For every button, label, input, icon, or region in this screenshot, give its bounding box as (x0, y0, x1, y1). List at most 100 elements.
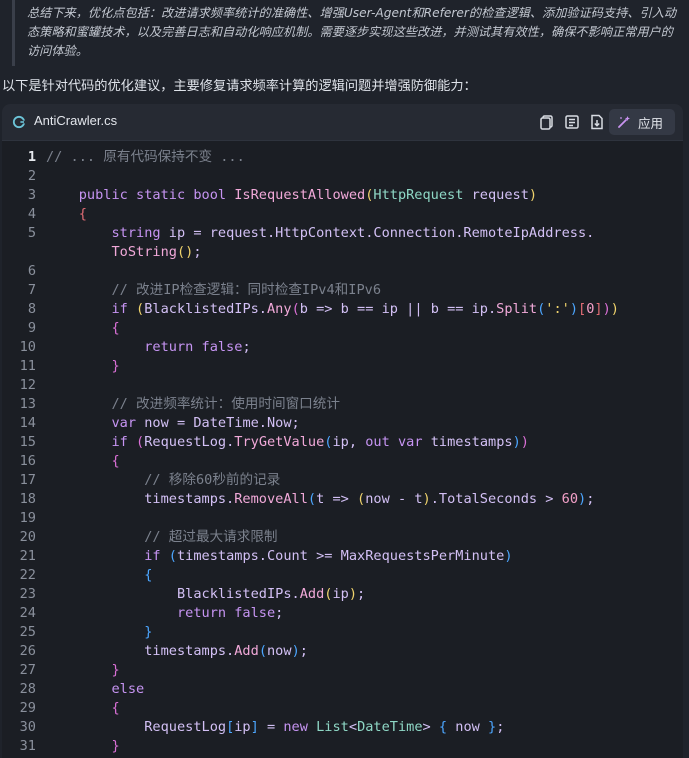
code-token: } (111, 358, 120, 374)
copy-icon[interactable] (538, 113, 556, 131)
code-block-header: AntiCrawler.cs 应用 (2, 104, 683, 141)
code-text: return false; (46, 338, 250, 357)
code-token: b => b == ip || b == ip. (299, 301, 497, 317)
line-number: 7 (27, 282, 36, 298)
code-token: < (348, 719, 358, 735)
code-line: 6 (2, 262, 683, 281)
code-token: Any (267, 301, 292, 317)
code-line: 20 // 超过最大请求限制 (2, 528, 683, 547)
code-line: 18 timestamps.RemoveAll(t => (now - t).T… (2, 490, 683, 509)
line-number: 16 (19, 453, 36, 469)
line-number: 24 (19, 605, 36, 621)
line-number: 10 (19, 339, 36, 355)
code-line: 14 var now = DateTime.Now; (2, 414, 683, 433)
code-line: 27 } (2, 661, 683, 680)
code-token: IsRequestAllowed (234, 187, 366, 203)
line-number: 13 (19, 396, 36, 412)
code-text: // 改进频率统计：使用时间窗口统计 (46, 395, 340, 414)
code-line: 10 return false; (2, 338, 683, 357)
code-token: () (176, 244, 194, 260)
code-token: return false (176, 605, 276, 621)
summary-quote: 总结下来，优化点包括：改进请求频率统计的准确性、增强User-Agent和Ref… (12, 0, 688, 66)
code-line: 3 public static bool IsRequestAllowed(Ht… (2, 186, 683, 205)
code-token: return false (144, 339, 243, 355)
code-text: string ip = request.HttpContext.Connecti… (46, 224, 594, 243)
line-number: 9 (27, 320, 36, 336)
code-token: BlacklistedIPs. (176, 586, 300, 602)
line-number: 8 (27, 301, 36, 317)
line-number: 31 (19, 738, 36, 754)
code-token: List (316, 719, 349, 735)
apply-button[interactable]: 应用 (609, 109, 675, 135)
code-line: 12 (2, 376, 683, 395)
line-number: 27 (19, 662, 36, 678)
code-token: ip (234, 719, 251, 735)
code-token: now - t (365, 491, 423, 507)
code-text: { (46, 452, 119, 471)
code-text: if (timestamps.Count >= MaxRequestsPerMi… (46, 547, 512, 566)
code-token: // 改进频率统计：使用时间窗口统计 (111, 396, 340, 412)
code-token: if (144, 548, 169, 564)
code-token: ) (520, 434, 529, 450)
line-number: 23 (19, 586, 36, 602)
code-text: return false; (46, 604, 283, 623)
code-line: 4 { (2, 205, 683, 224)
code-token: ) (422, 491, 431, 507)
code-token: // 改进IP检查逻辑：同时检查IPv4和IPv6 (111, 282, 382, 298)
code-line: 7 // 改进IP检查逻辑：同时检查IPv4和IPv6 (2, 281, 683, 300)
code-token: ) (569, 301, 579, 317)
code-token: } (488, 719, 497, 735)
line-number: 29 (19, 700, 36, 716)
code-token: { (78, 206, 87, 222)
code-token: Add (234, 643, 259, 659)
code-token: public static bool (78, 187, 235, 203)
code-content[interactable]: 1 // ... 原有代码保持不变 ... 2 3 public static boo… (2, 148, 683, 756)
line-number: 5 (27, 225, 36, 241)
line-number: 20 (19, 529, 36, 545)
code-text: BlacklistedIPs.Add(ip); (46, 585, 365, 604)
code-token: ) (348, 586, 358, 602)
code-token: ) (602, 301, 611, 317)
download-icon[interactable] (588, 113, 606, 131)
wrap-icon[interactable] (563, 113, 581, 131)
code-token: now (447, 719, 489, 735)
code-token: ] (594, 301, 603, 317)
code-token: ; (357, 586, 366, 602)
code-line: 11 } (2, 357, 683, 376)
code-token: timestamps. (144, 643, 235, 659)
line-number: 12 (19, 377, 36, 393)
code-token: HttpRequest (373, 187, 464, 203)
code-token: } (144, 624, 153, 640)
code-text: } (46, 737, 119, 756)
line-number: 14 (19, 415, 36, 431)
code-token: .TotalSeconds > (430, 491, 562, 507)
code-line: 30 RequestLog[ip] = new List<DateTime> {… (2, 718, 683, 737)
line-number: 1 (27, 149, 36, 165)
code-text: // ... 原有代码保持不变 ... (46, 148, 245, 167)
code-line: 19 (2, 509, 683, 528)
code-text: { (46, 566, 152, 585)
code-token: ip = request.HttpContext.Connection.Remo… (168, 225, 595, 241)
code-line: 17 // 移除60秒前的记录 (2, 471, 683, 490)
code-text: else (46, 680, 144, 699)
code-line: 25 } (2, 623, 683, 642)
code-text: { (46, 319, 119, 338)
code-token: Add (299, 586, 325, 602)
code-line: 29 { (2, 699, 683, 718)
code-token: ip, (332, 434, 366, 450)
code-line: 24 return false; (2, 604, 683, 623)
code-text: if (RequestLog.TryGetValue(ip, out var t… (46, 433, 529, 452)
code-token: ] (250, 719, 259, 735)
code-text: // 移除60秒前的记录 (46, 471, 280, 490)
code-token: timestamps.Count >= MaxRequestsPerMinute (176, 548, 505, 564)
code-line: 21 if (timestamps.Count >= MaxRequestsPe… (2, 547, 683, 566)
